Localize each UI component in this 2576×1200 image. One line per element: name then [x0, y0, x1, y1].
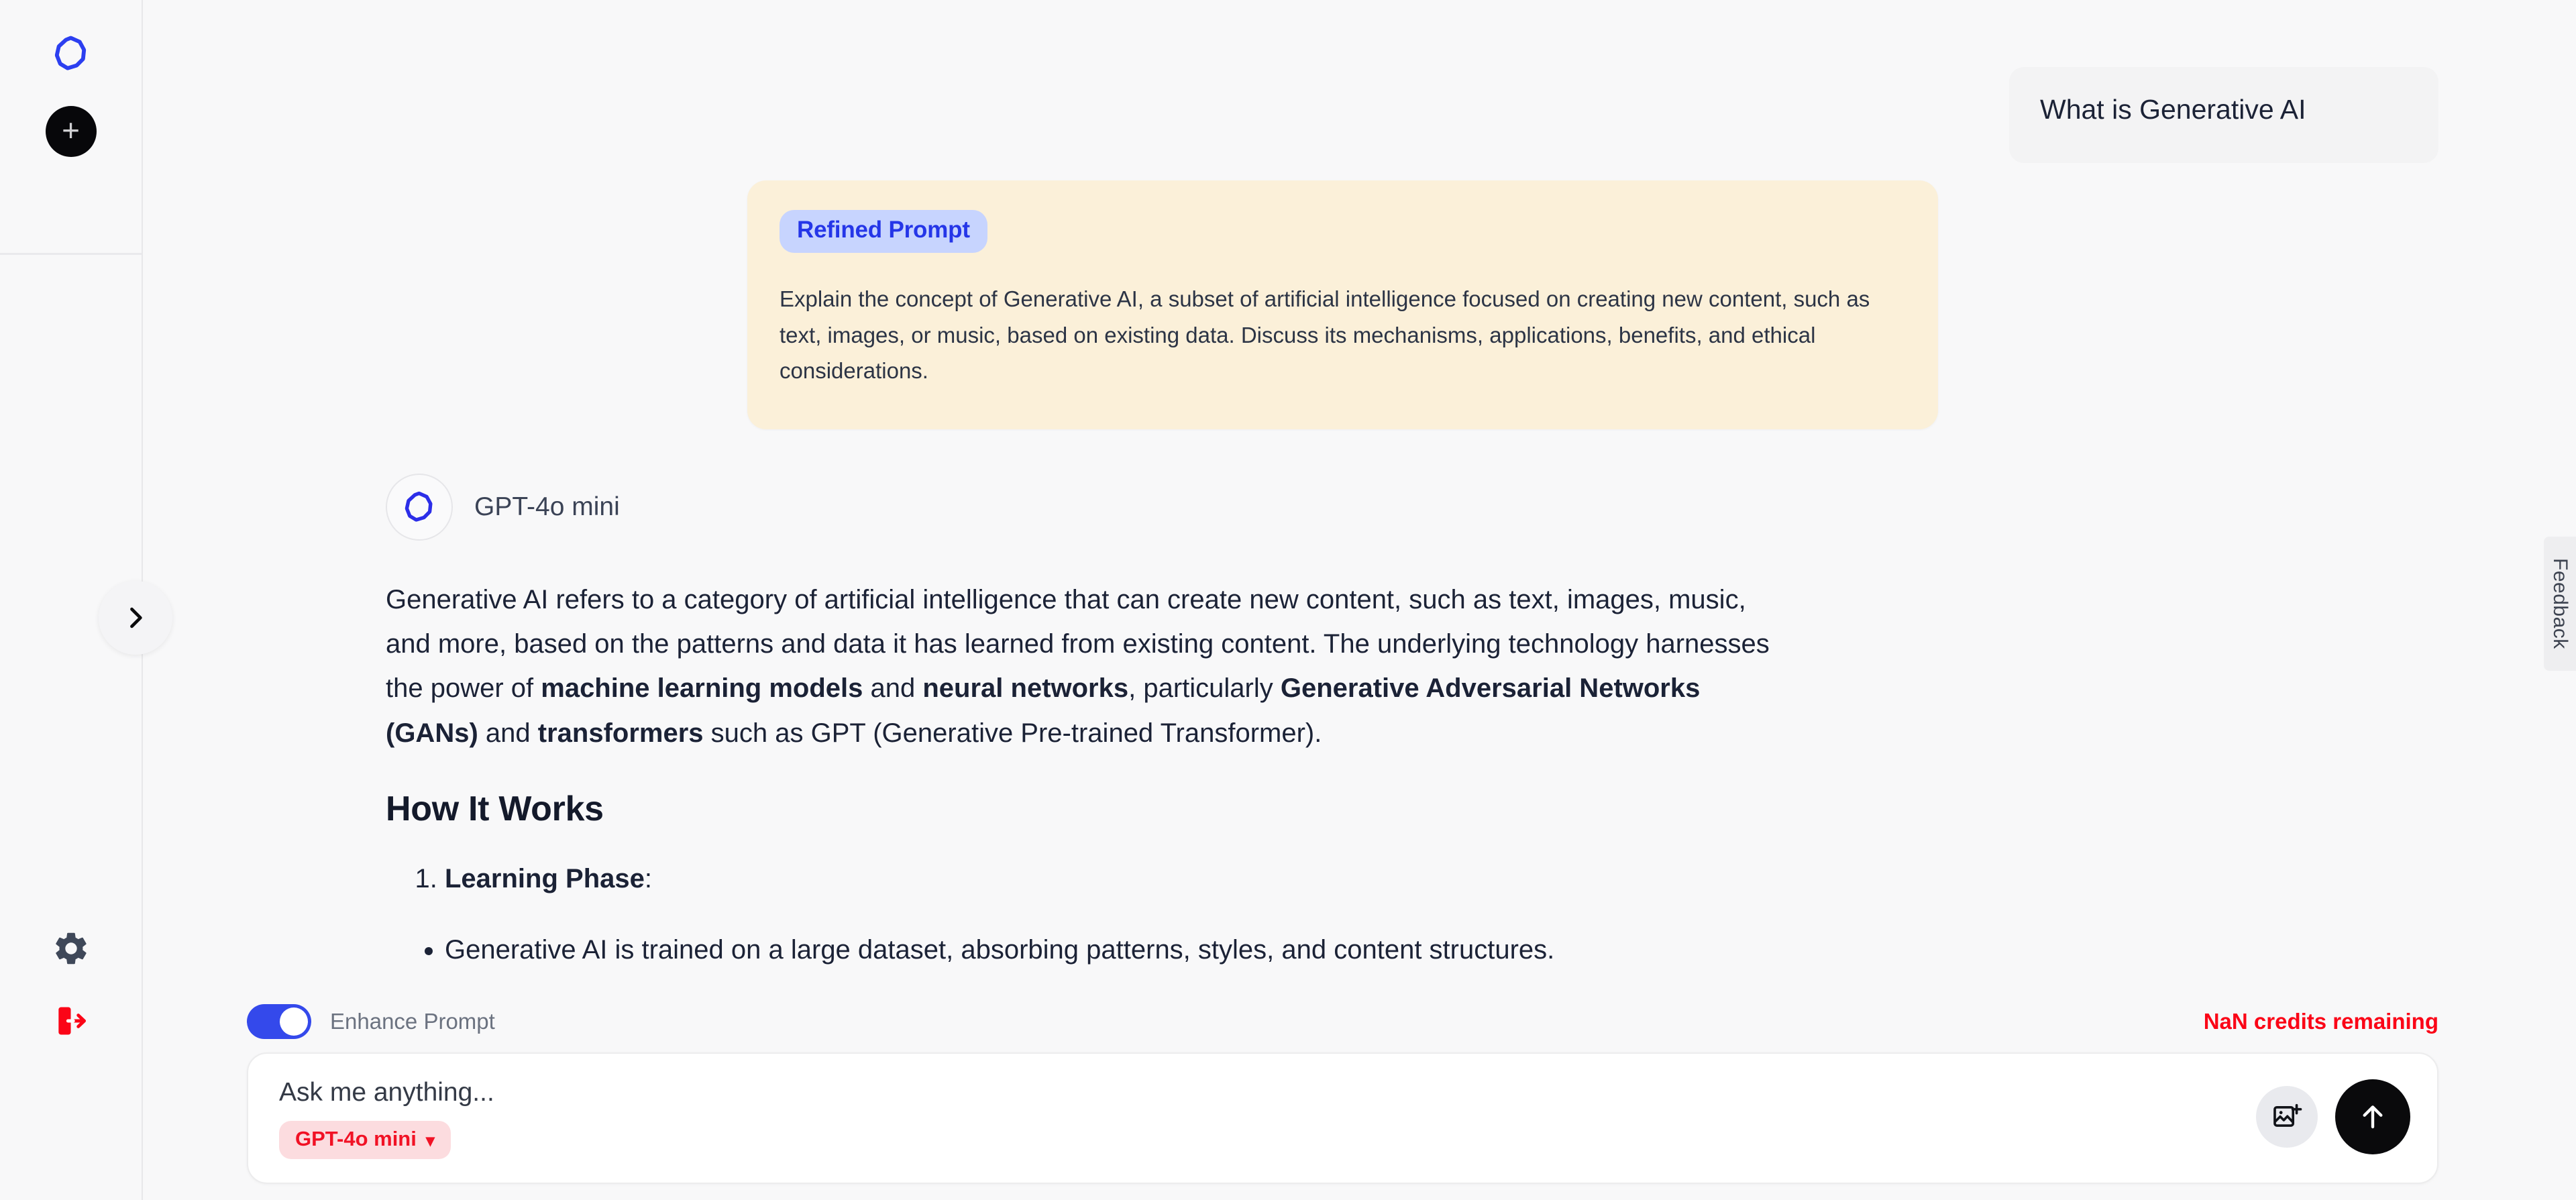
composer-input-area[interactable]: Ask me anything... GPT-4o mini ▾ [279, 1054, 2256, 1159]
sidebar: + [0, 0, 143, 1200]
credits-remaining-text: NaN credits remaining [2204, 1009, 2438, 1034]
sidebar-top-section: + [0, 0, 142, 255]
para-part-2: and [863, 673, 922, 703]
section-heading: How It Works [386, 789, 2438, 829]
sidebar-bottom-section [0, 925, 142, 1200]
logout-button[interactable] [48, 997, 95, 1044]
list-item: Learning Phase: [445, 857, 2438, 900]
message-input-placeholder[interactable]: Ask me anything... [279, 1078, 2256, 1107]
model-selector-chip[interactable]: GPT-4o mini ▾ [279, 1121, 451, 1159]
enhance-prompt-toggle[interactable] [247, 1004, 311, 1039]
add-image-icon [2271, 1101, 2302, 1132]
refined-prompt-card: Refined Prompt Explain the concept of Ge… [747, 180, 1938, 429]
settings-button[interactable] [48, 925, 95, 972]
new-chat-button[interactable]: + [46, 106, 97, 157]
para-bold-1: machine learning models [541, 673, 863, 703]
para-bold-4: transformers [538, 718, 704, 748]
enhance-prompt-row: Enhance Prompt NaN credits remaining [247, 995, 2438, 1043]
bullet-list: Generative AI is trained on a large data… [386, 928, 2438, 995]
para-bold-2: neural networks [922, 673, 1128, 703]
assistant-avatar [386, 474, 453, 541]
feedback-tab[interactable]: Feedback [2544, 537, 2576, 671]
composer-area: Enhance Prompt NaN credits remaining Ask… [143, 995, 2576, 1200]
refined-prompt-row: Refined Prompt Explain the concept of Ge… [247, 180, 2438, 429]
user-message-row: What is Generative AI [247, 0, 2438, 163]
refined-prompt-badge: Refined Prompt [780, 210, 987, 253]
para-part-3: , particularly [1128, 673, 1281, 703]
composer-actions [2256, 1054, 2410, 1154]
chat-thread[interactable]: What is Generative AI Refined Prompt Exp… [143, 0, 2576, 995]
assistant-header: GPT-4o mini [386, 474, 2438, 541]
list-item-bold: Learning Phase [445, 864, 645, 893]
user-message-text: What is Generative AI [2040, 93, 2408, 127]
app-root: + [0, 0, 2576, 1200]
para-part-5: such as GPT (Generative Pre-trained Tran… [704, 718, 1322, 748]
chevron-down-icon: ▾ [426, 1132, 435, 1149]
enhance-prompt-label: Enhance Prompt [330, 1009, 495, 1034]
app-logo-icon[interactable] [46, 28, 97, 79]
model-selector-label: GPT-4o mini [295, 1127, 417, 1151]
assistant-model-name: GPT-4o mini [474, 492, 620, 522]
para-part-4: and [478, 718, 538, 748]
assistant-paragraph: Generative AI refers to a category of ar… [386, 578, 1781, 756]
arrow-up-icon [2356, 1100, 2390, 1134]
list-item: Generative AI is trained on a large data… [445, 928, 2438, 971]
send-message-button[interactable] [2335, 1079, 2410, 1154]
numbered-list: Learning Phase: [386, 857, 2438, 900]
plus-icon: + [62, 117, 80, 144]
assistant-body: Generative AI refers to a category of ar… [386, 578, 2438, 995]
list-item-rest: : [645, 864, 652, 893]
message-composer[interactable]: Ask me anything... GPT-4o mini ▾ [247, 1052, 2438, 1184]
app-logo-icon [400, 488, 438, 526]
add-image-button[interactable] [2256, 1086, 2318, 1148]
chevron-right-icon [121, 603, 150, 633]
refined-prompt-text: Explain the concept of Generative AI, a … [780, 281, 1906, 388]
main-content: What is Generative AI Refined Prompt Exp… [143, 0, 2576, 1200]
expand-sidebar-button[interactable] [99, 581, 172, 655]
assistant-message: GPT-4o mini Generative AI refers to a ca… [247, 474, 2438, 995]
toggle-knob [280, 1007, 308, 1036]
user-message-bubble: What is Generative AI [2009, 67, 2438, 163]
feedback-tab-label: Feedback [2548, 558, 2571, 649]
